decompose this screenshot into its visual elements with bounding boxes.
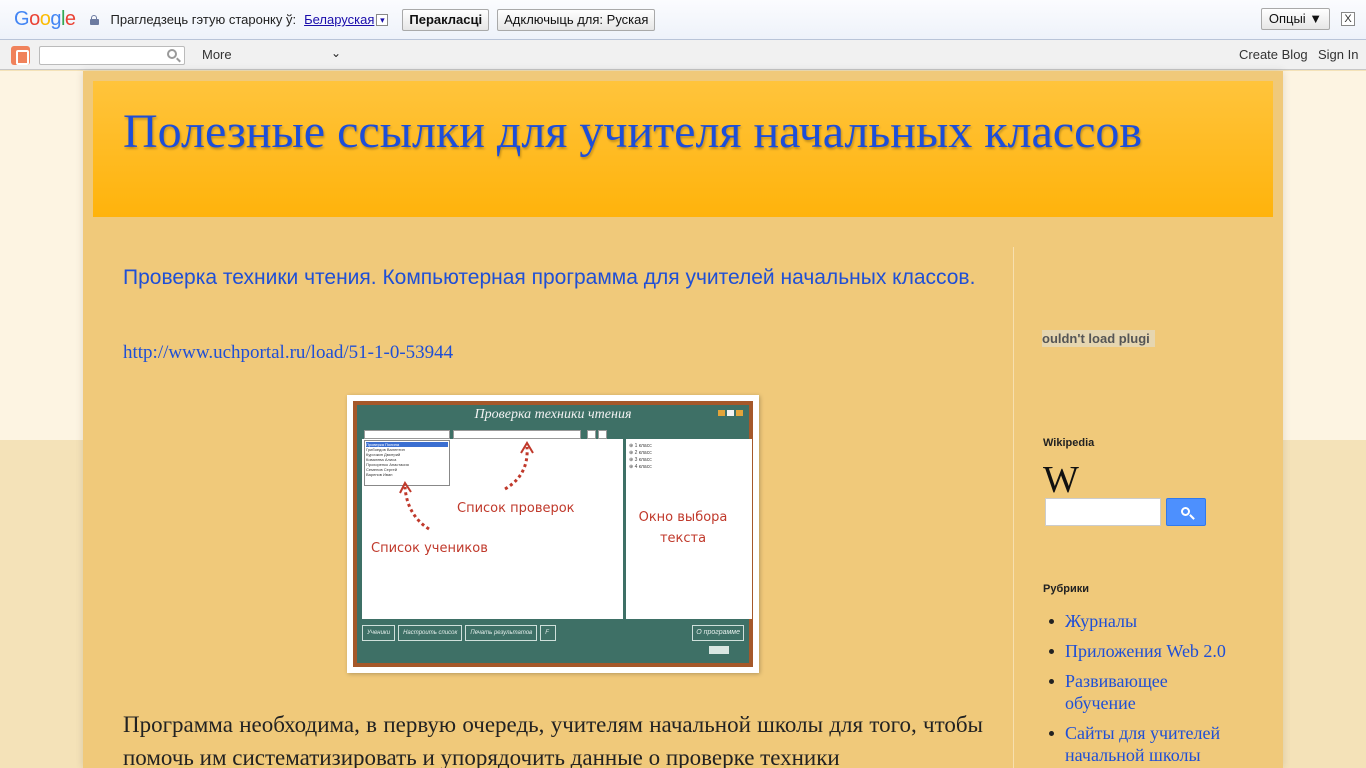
app-screenshot: Проверка техники чтения Проверка Полина … <box>353 401 753 667</box>
about-button: О программе <box>692 625 744 641</box>
blogger-logo-icon[interactable] <box>11 46 30 65</box>
logo-letter: e <box>64 8 76 30</box>
google-logo: Google <box>14 8 76 31</box>
logo-letter: G <box>14 8 30 30</box>
wikipedia-logo-icon: W <box>1043 459 1079 501</box>
options-button[interactable]: Опцыі ▼ <box>1261 8 1330 30</box>
search-icon[interactable] <box>167 49 177 59</box>
search-icon <box>1181 507 1190 516</box>
language-link[interactable]: Беларуская <box>304 12 374 27</box>
blog-title[interactable]: Полезные ссылки для учителя начальных кл… <box>123 104 1142 159</box>
font-icon: F <box>540 625 557 641</box>
bottom-toolbar: Ученики Настроить список Печать результа… <box>362 625 557 641</box>
post-body: Программа необходима, в первую очередь, … <box>123 712 983 768</box>
wikipedia-search-input[interactable] <box>1045 498 1161 526</box>
close-icon[interactable]: X <box>1341 12 1355 26</box>
rubrics-widget-title: Рубрики <box>1043 583 1089 595</box>
wikipedia-widget-title: Wikipedia <box>1043 437 1095 449</box>
create-blog-link[interactable]: Create Blog <box>1239 47 1308 62</box>
rubric-link[interactable]: Приложения Web 2.0 <box>1043 640 1243 662</box>
logo-letter: o <box>39 8 51 30</box>
column-divider <box>1013 247 1014 768</box>
app-button: Ученики <box>362 625 396 641</box>
status-indicator <box>709 646 729 654</box>
more-dropdown[interactable]: More <box>202 47 232 62</box>
sign-in-link[interactable]: Sign In <box>1318 47 1358 62</box>
app-button: Печать результатов <box>465 625 538 641</box>
rubric-link[interactable]: Сайты для учителей начальной школы <box>1043 722 1243 766</box>
disable-translation-button[interactable]: Адключыць для: Руская <box>497 8 656 31</box>
translate-bar: Google Прагледзець гэтую старонку ў: Бел… <box>0 0 1366 40</box>
plugin-error: ouldn't load plugi <box>1042 330 1155 347</box>
language-dropdown-icon[interactable]: ▾ <box>376 13 389 26</box>
rubric-link[interactable]: Развивающее обучение <box>1043 670 1243 714</box>
blog-search-input[interactable] <box>39 46 185 65</box>
chevron-down-icon[interactable]: ⌄ <box>331 46 341 60</box>
logo-letter: o <box>29 8 40 30</box>
blogger-navbar: More ⌄ Create Blog Sign In <box>0 40 1366 70</box>
app-button: Настроить список <box>398 625 463 641</box>
wikipedia-search-button[interactable] <box>1166 498 1206 526</box>
text-window-label: Окно выбора текста <box>638 510 728 546</box>
rubrics-list: Журналы Приложения Web 2.0 Развивающее о… <box>1043 610 1243 768</box>
logo-letter: g <box>50 8 61 30</box>
lock-icon <box>89 14 99 25</box>
post-image[interactable]: Проверка техники чтения Проверка Полина … <box>347 395 759 673</box>
checks-label: Список проверок <box>457 501 575 516</box>
post-link[interactable]: http://www.uchportal.ru/load/51-1-0-5394… <box>123 342 453 364</box>
students-label: Список учеников <box>371 541 488 556</box>
translate-prompt: Прагледзець гэтую старонку ў: <box>110 12 297 27</box>
translate-button[interactable]: Перакласці <box>402 8 490 31</box>
post-title[interactable]: Проверка техники чтения. Компьютерная пр… <box>123 265 983 291</box>
rubric-link[interactable]: Журналы <box>1043 610 1243 632</box>
